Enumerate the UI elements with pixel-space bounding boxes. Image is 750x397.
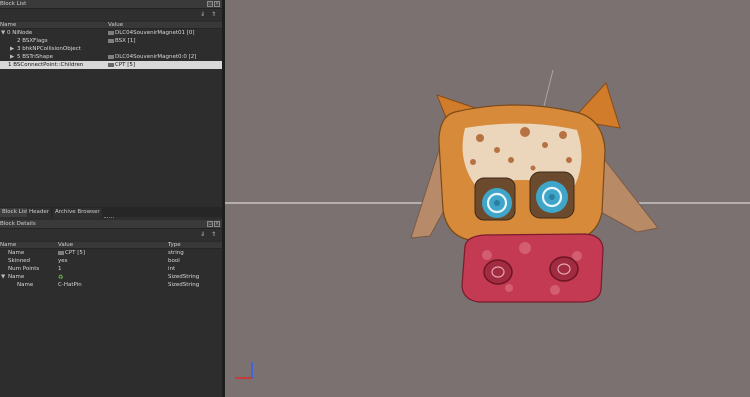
row-name: 3 bhkNPCollisionObject (17, 46, 81, 52)
dock-tab-bar: Block List Header Archive Browser (0, 207, 222, 217)
viewport-scene (225, 69, 750, 379)
left-dock: Block List ▫ × ⇓ ⇑ Name Value ▼ 0 NiNode… (0, 0, 222, 397)
tree-row[interactable]: ▶ 5 BSTriShape DLC04SouvenirMagnet0:0 [2… (0, 53, 222, 61)
column-name[interactable]: Name (0, 242, 16, 248)
detail-row[interactable]: Name C-HatPin SizedString (0, 281, 222, 289)
tree-row[interactable]: ▶ 3 bhkNPCollisionObject (0, 45, 222, 53)
splitter-grip[interactable] (104, 217, 114, 219)
detail-row[interactable]: Name CPT [5] string (0, 249, 222, 257)
field-value[interactable]: CPT [5] (58, 250, 85, 256)
detail-row[interactable]: Num Points 1 int (0, 265, 222, 273)
cow-magnet-model (410, 82, 659, 303)
right-nostril (549, 256, 579, 282)
close-icon[interactable]: × (214, 221, 220, 227)
block-list-tree: Name Value ▼ 0 NiNode DLC04SouvenirMagne… (0, 22, 222, 69)
block-details-header: Name Value Type (0, 242, 222, 249)
tab-block-list[interactable]: Block List (0, 208, 31, 217)
row-value: BSX [1] (108, 38, 135, 44)
node-icon (108, 54, 114, 59)
link-icon (58, 250, 64, 255)
field-type: string (168, 250, 184, 256)
tab-header[interactable]: Header (27, 208, 52, 217)
column-type[interactable]: Type (168, 242, 181, 248)
left-nostril (483, 259, 513, 285)
connect-point-line (542, 69, 554, 111)
block-list-title: Block List (0, 1, 27, 7)
tree-row[interactable]: 2 BSXFlags BSX [1] (0, 37, 222, 45)
expand-arrow-icon[interactable]: ▼ (1, 30, 5, 36)
field-value[interactable]: yes (58, 258, 68, 264)
field-name: Num Points (8, 266, 40, 272)
row-value: DLC04SouvenirMagnet01 [0] (108, 30, 195, 36)
row-value: DLC04SouvenirMagnet0:0 [2] (108, 54, 196, 60)
block-list-header: Name Value (0, 22, 222, 29)
block-details-titlebar: Block Details ▫ × (0, 220, 222, 229)
field-type: int (168, 266, 176, 272)
expand-arrow-icon[interactable]: ▶ (10, 46, 14, 52)
field-name: Name (8, 250, 25, 256)
block-details-title: Block Details (0, 221, 36, 227)
column-value[interactable]: Value (108, 22, 123, 28)
row-value: CPT [5] (108, 62, 135, 68)
row-name: 5 BSTriShape (17, 54, 53, 60)
field-type: SizedString (168, 274, 200, 280)
field-type: SizedString (168, 282, 200, 288)
row-name: 0 NiNode (7, 30, 33, 36)
row-name: 2 BSXFlags (17, 38, 48, 44)
collapse-icon[interactable]: ⇓ (199, 231, 206, 238)
expand-arrow-icon[interactable]: ▶ (10, 54, 14, 60)
column-value[interactable]: Value (58, 242, 73, 248)
column-name[interactable]: Name (0, 22, 16, 28)
field-name: Name (8, 274, 25, 280)
float-icon[interactable]: ▫ (207, 221, 213, 227)
recycle-icon[interactable]: ♻ (58, 274, 63, 281)
field-name: Name (17, 282, 34, 288)
expand-icon[interactable]: ⇑ (210, 231, 217, 238)
tree-row-selected[interactable]: 1 BSConnectPoint::Children CPT [5] (0, 61, 222, 69)
axis-gizmo (235, 362, 253, 379)
row-name: 1 BSConnectPoint::Children (8, 62, 84, 68)
cow-right-flap (596, 148, 659, 233)
cow-muzzle (461, 233, 604, 303)
node-icon (108, 62, 114, 67)
block-list-titlebar: Block List ▫ × (0, 0, 222, 9)
field-name: Skinned (8, 258, 31, 264)
expand-icon[interactable]: ⇑ (210, 11, 217, 18)
node-icon (108, 30, 114, 35)
tree-row[interactable]: ▼ 0 NiNode DLC04SouvenirMagnet01 [0] (0, 29, 222, 37)
detail-row[interactable]: ▼ Name ♻ SizedString (0, 273, 222, 281)
field-value[interactable]: C-HatPin (58, 282, 82, 288)
block-details-tree: Name Value Type Name CPT [5] string Skin… (0, 242, 222, 289)
block-details-toolbar: ⇓ ⇑ (0, 229, 222, 240)
detail-row[interactable]: Skinned yes bool (0, 257, 222, 265)
field-type: bool (168, 258, 180, 264)
tab-archive-browser[interactable]: Archive Browser (53, 208, 102, 217)
collapse-icon[interactable]: ⇓ (199, 11, 206, 18)
node-icon (108, 38, 114, 43)
field-value[interactable]: 1 (58, 266, 62, 272)
block-list-toolbar: ⇓ ⇑ (0, 9, 222, 20)
close-icon[interactable]: × (214, 1, 220, 7)
render-viewport[interactable] (225, 0, 750, 397)
float-icon[interactable]: ▫ (207, 1, 213, 7)
expand-arrow-icon[interactable]: ▼ (1, 274, 5, 280)
